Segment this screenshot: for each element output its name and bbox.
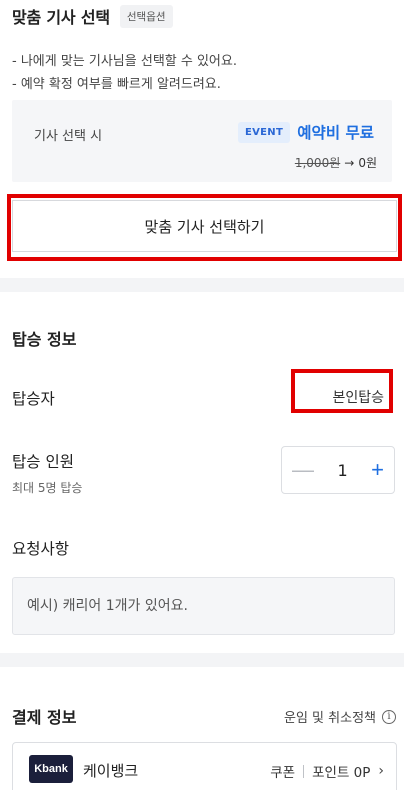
info-icon[interactable]: i xyxy=(382,709,396,724)
payment-section: 결제 정보 운임 및 취소정책 i Kbank 케이뱅크 쿠폰 포인트 0P › xyxy=(0,667,404,790)
boarding-section: 탑승 정보 탑승자 본인탑승 탑승 인원 최대 5명 탑승 — 1 + 요청사항 xyxy=(0,292,404,653)
passenger-value[interactable]: 본인탑승 xyxy=(332,387,384,407)
passenger-count-label: 탑승 인원 xyxy=(12,453,74,471)
option-badge: 선택옵션 xyxy=(119,4,173,28)
minus-icon[interactable]: — xyxy=(292,459,314,481)
bank-name: 케이뱅크 xyxy=(83,762,139,780)
request-label: 요청사항 xyxy=(12,540,70,558)
event-headline: 예약비 무료 xyxy=(297,124,374,142)
driver-select-section: 맞춤 기사 선택 선택옵션 - 나에게 맞는 기사님을 선택할 수 있어요. -… xyxy=(0,0,404,278)
select-driver-button[interactable]: 맞춤 기사 선택하기 xyxy=(12,200,397,252)
event-label: 기사 선택 시 xyxy=(34,129,103,144)
arrow-icon: → xyxy=(344,155,355,170)
boarding-title: 탑승 정보 xyxy=(12,330,77,349)
event-badge: EVENT xyxy=(238,122,291,143)
price-line: 1,000원 → 0원 xyxy=(295,154,377,171)
points-value[interactable]: 포인트 0P xyxy=(312,761,370,781)
driver-select-desc-1: - 나에게 맞는 기사님을 선택할 수 있어요. xyxy=(12,54,237,69)
passenger-label: 탑승자 xyxy=(12,390,55,408)
section-divider xyxy=(0,653,404,667)
coupon-link[interactable]: 쿠폰 xyxy=(270,761,295,781)
fare-policy-label: 운임 및 취소정책 xyxy=(284,711,376,726)
driver-select-title: 맞춤 기사 선택 xyxy=(12,8,110,27)
fare-policy-link[interactable]: 운임 및 취소정책 i xyxy=(284,707,396,726)
request-input[interactable] xyxy=(12,577,395,635)
old-price: 1,000원 xyxy=(294,156,341,170)
payment-extras: 쿠폰 포인트 0P › xyxy=(270,761,384,781)
section-divider xyxy=(0,278,404,292)
kbank-logo: Kbank xyxy=(29,755,73,783)
passenger-count-value: 1 xyxy=(337,460,348,480)
new-price: 0원 xyxy=(358,156,377,170)
payment-method-card[interactable]: Kbank 케이뱅크 쿠폰 포인트 0P › xyxy=(12,742,397,790)
chevron-right-icon[interactable]: › xyxy=(378,763,384,779)
plus-icon[interactable]: + xyxy=(371,459,384,481)
payment-title: 결제 정보 xyxy=(12,708,77,727)
event-box: 기사 선택 시 EVENT 예약비 무료 1,000원 → 0원 xyxy=(12,100,392,182)
driver-select-header: 맞춤 기사 선택 선택옵션 xyxy=(12,4,173,28)
driver-select-desc-2: - 예약 확정 여부를 빠르게 알려드려요. xyxy=(12,77,221,92)
passenger-count-sub: 최대 5명 탑승 xyxy=(12,481,83,495)
separator xyxy=(303,764,305,778)
passenger-count-stepper: — 1 + xyxy=(281,446,395,494)
